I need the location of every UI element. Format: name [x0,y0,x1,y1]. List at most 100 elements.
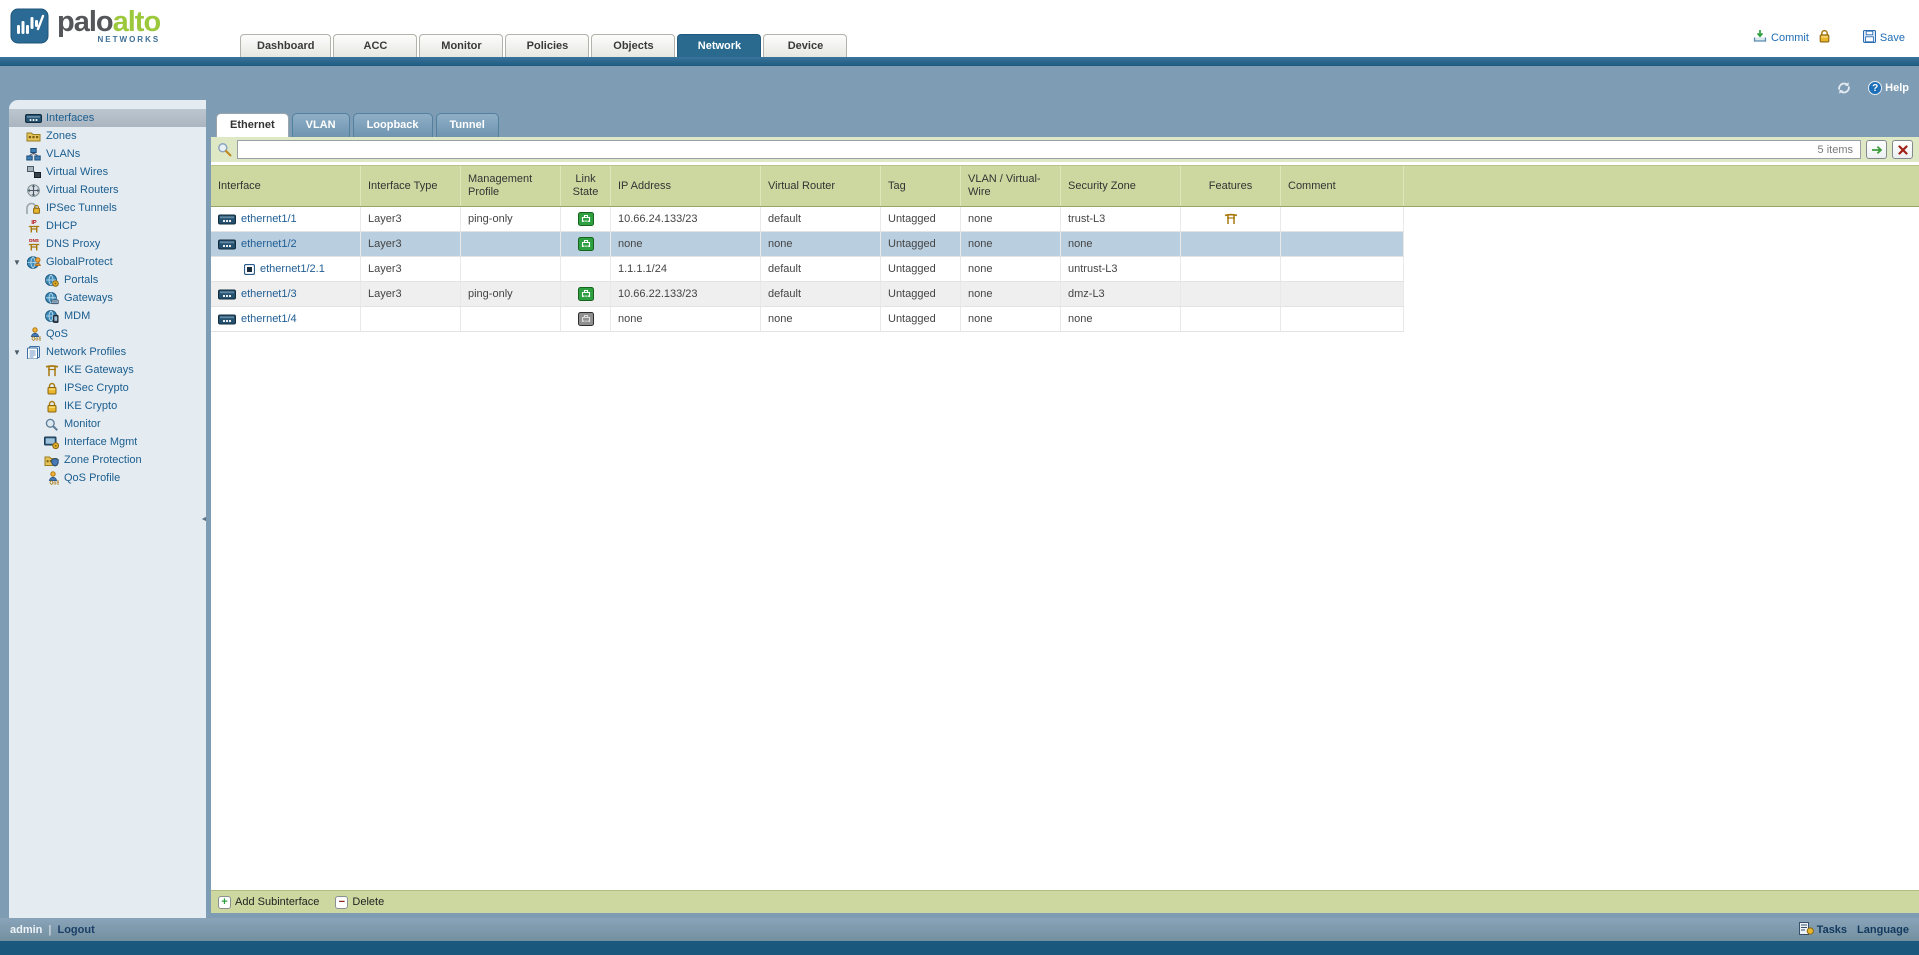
sidebar-item-interfaces[interactable]: Interfaces [9,109,206,127]
sidebar-item-network-profiles[interactable]: ▼Network Profiles [9,343,206,361]
commit-button[interactable]: Commit [1753,29,1809,46]
sidebar-item-qos-profile[interactable]: QoSQoS Profile [9,469,206,487]
monitor-icon [43,418,60,431]
dhcp-icon: IP [25,219,42,233]
table-row-ethernet1-2-1[interactable]: ethernet1/2.1Layer31.1.1.1/24defaultUnta… [211,257,1404,282]
apply-filter-button[interactable] [1866,140,1887,159]
sidebar-item-zone-protection[interactable]: Zone Protection [9,451,206,469]
tag-cell: Untagged [881,307,961,331]
column-header-ip-address[interactable]: IP Address [611,166,761,206]
column-header-interface-type[interactable]: Interface Type [361,166,461,206]
sidebar-item-ike-gateways[interactable]: IKE Gateways [9,361,206,379]
sidebar-item-qos[interactable]: QoSQoS [9,325,206,343]
dns-proxy-icon: DNS [25,237,42,251]
delete-button[interactable]: − Delete [335,896,384,909]
security-zone-cell: none [1061,307,1181,331]
sidebar-item-mdm[interactable]: MDM [9,307,206,325]
clear-filter-button[interactable] [1892,140,1913,159]
column-header-comment[interactable]: Comment [1281,166,1404,206]
column-header-vlan-virtual-wire[interactable]: VLAN / Virtual-Wire [961,166,1061,206]
main-tab-network[interactable]: Network [677,34,761,57]
comment-cell [1281,207,1404,231]
column-header-virtual-router[interactable]: Virtual Router [761,166,881,206]
table-row-ethernet1-2[interactable]: ethernet1/2Layer3nonenoneUntaggednonenon… [211,232,1404,257]
expander-triangle-icon[interactable]: ▼ [13,348,21,357]
search-icon [217,142,232,157]
sidebar-item-gateways[interactable]: Gateways [9,289,206,307]
interface-cell: ethernet1/2 [211,232,361,256]
sidebar-item-monitor[interactable]: Monitor [9,415,206,433]
management-profile-cell: ping-only [461,207,561,231]
ike-gateway-icon[interactable] [1224,213,1238,225]
sidebar-item-label: Interface Mgmt [64,436,137,448]
sidebar-item-ike-crypto[interactable]: IKE Crypto [9,397,206,415]
sidebar-item-virtual-routers[interactable]: Virtual Routers [9,181,206,199]
filter-input[interactable] [238,142,1818,157]
sidebar-collapse-handle[interactable]: ◄ [200,506,208,532]
sidebar-item-interface-mgmt[interactable]: Interface Mgmt [9,433,206,451]
paloalto-logo-mark-icon [10,7,50,48]
interface-link[interactable]: ethernet1/4 [241,313,297,325]
main-tab-objects[interactable]: Objects [591,34,675,57]
sidebar-item-virtual-wires[interactable]: Virtual Wires [9,163,206,181]
tag-cell: Untagged [881,232,961,256]
zone-protection-icon [43,454,60,467]
subtab-vlan[interactable]: VLAN [292,113,350,137]
main-tab-acc[interactable]: ACC [333,34,417,57]
table-row-ethernet1-1[interactable]: ethernet1/1Layer3ping-only10.66.24.133/2… [211,207,1404,232]
sidebar-item-portals[interactable]: Portals [9,271,206,289]
sidebar-item-label: Virtual Routers [46,184,119,196]
expander-triangle-icon[interactable]: ▼ [13,258,21,267]
tasks-button[interactable]: Tasks [1799,922,1847,938]
sidebar-item-dhcp[interactable]: IPDHCP [9,217,206,235]
ethernet-port-icon [218,289,236,300]
sidebar-item-ipsec-tunnels[interactable]: IPSec Tunnels [9,199,206,217]
save-button[interactable]: Save [1863,30,1905,46]
sidebar-item-ipsec-crypto[interactable]: IPSec Crypto [9,379,206,397]
interfaces-table: ethernet1/1Layer3ping-only10.66.24.133/2… [211,207,1919,332]
main-tab-monitor[interactable]: Monitor [419,34,503,57]
logout-link[interactable]: Logout [57,924,94,936]
main-tab-device[interactable]: Device [763,34,847,57]
table-row-ethernet1-3[interactable]: ethernet1/3Layer3ping-only10.66.22.133/2… [211,282,1404,307]
subtab-ethernet[interactable]: Ethernet [216,113,289,137]
subtab-loopback[interactable]: Loopback [353,113,433,137]
sidebar-item-dns-proxy[interactable]: DNS DNS Proxy [9,235,206,253]
link-down-icon [578,312,594,326]
interface-cell: ethernet1/4 [211,307,361,331]
sidebar-item-vlans[interactable]: VLANs [9,145,206,163]
floppy-disk-icon [1863,30,1876,46]
column-header-security-zone[interactable]: Security Zone [1061,166,1181,206]
sidebar-item-zones[interactable]: Zones [9,127,206,145]
subtab-tunnel[interactable]: Tunnel [436,113,499,137]
sidebar-item-label: DNS Proxy [46,238,100,250]
interface-link[interactable]: ethernet1/2.1 [260,263,325,275]
security-zone-cell: trust-L3 [1061,207,1181,231]
virtual-router-cell: default [761,207,881,231]
sidebar-item-globalprotect[interactable]: ▼GlobalProtect [9,253,206,271]
main-tab-dashboard[interactable]: Dashboard [240,34,331,57]
column-header-features[interactable]: Features [1181,166,1281,206]
help-button[interactable]: ? Help [1868,81,1909,95]
table-row-ethernet1-4[interactable]: ethernet1/4nonenoneUntaggednonenone [211,307,1404,332]
column-header-interface[interactable]: Interface [211,166,361,206]
interface-link[interactable]: ethernet1/2 [241,238,297,250]
lock-icon[interactable] [1818,29,1831,46]
sidebar-item-label: Gateways [64,292,113,304]
interface-link[interactable]: ethernet1/3 [241,288,297,300]
refresh-icon[interactable] [1836,81,1852,95]
column-header-management-profile[interactable]: Management Profile [461,166,561,206]
mdm-icon [43,310,60,323]
ike-gateways-icon [43,364,60,377]
add-subinterface-button[interactable]: + Add Subinterface [218,896,319,909]
header-actions: Commit Save [1753,29,1905,46]
interface-link[interactable]: ethernet1/1 [241,213,297,225]
column-header-tag[interactable]: Tag [881,166,961,206]
vlan-virtual-wire-cell: none [961,282,1061,306]
main-tab-policies[interactable]: Policies [505,34,589,57]
language-button[interactable]: Language [1857,924,1909,936]
column-header-link-state[interactable]: Link State [561,166,611,206]
sidebar-item-label: Monitor [64,418,101,430]
app-window: paloalto NETWORKS DashboardACCMonitorPol… [0,0,1919,955]
minus-icon: − [335,896,348,909]
